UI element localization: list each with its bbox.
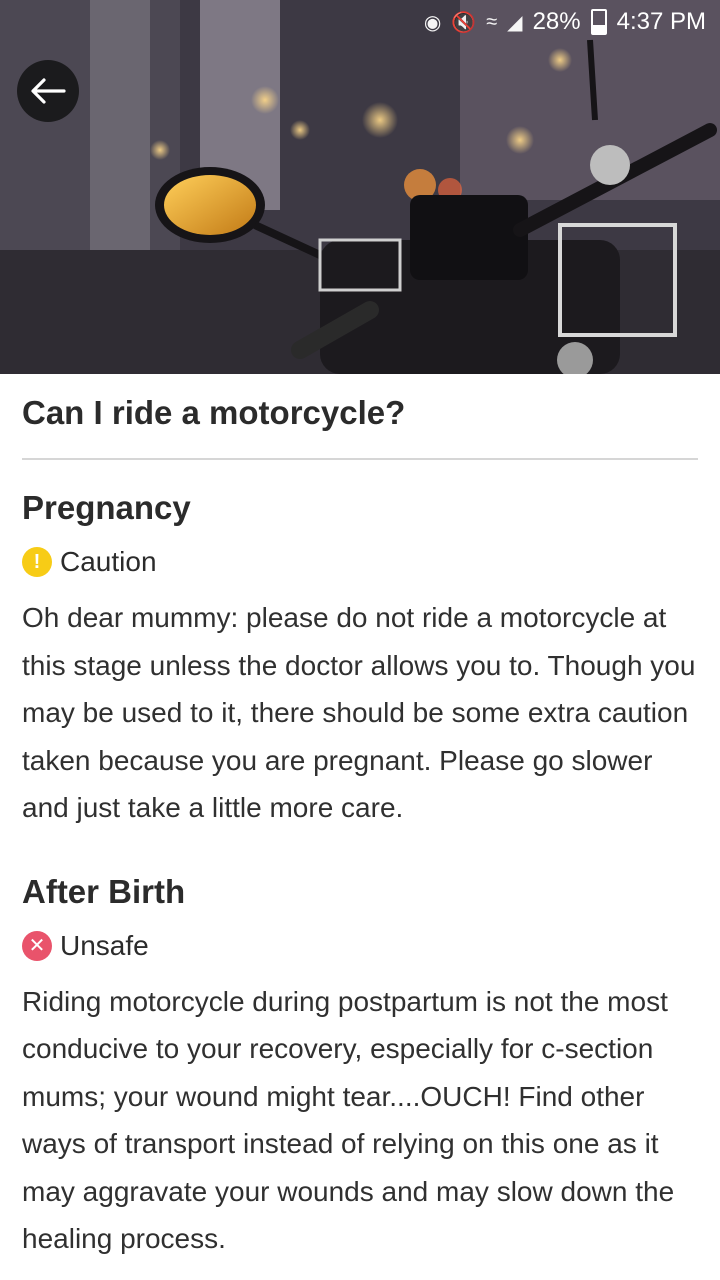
status-bar: ◉ 🔇 ≈ ◢ 28% 4:37 PM <box>0 0 720 44</box>
page-title: Can I ride a motorcycle? <box>22 394 406 431</box>
section-body: Riding motorcycle during postpartum is n… <box>22 985 675 1255</box>
battery-percent: 28% <box>532 8 581 35</box>
battery-saver-icon: ◉ <box>423 11 442 34</box>
section-after-birth: After Birth ✕ Unsafe Riding motorcycle d… <box>22 872 698 1263</box>
exclamation-icon: ! <box>22 547 52 577</box>
hero-image: ◉ 🔇 ≈ ◢ 28% 4:37 PM <box>0 0 720 374</box>
status-badge: ! Caution <box>22 544 698 580</box>
mute-icon: 🔇 <box>451 11 477 34</box>
divider <box>22 458 698 460</box>
status-label: Unsafe <box>60 929 149 961</box>
section-pregnancy: Pregnancy ! Caution Oh dear mummy: pleas… <box>22 488 698 832</box>
signal-icon: ◢ <box>507 11 523 34</box>
battery-icon <box>590 9 607 35</box>
section-heading: Pregnancy <box>22 489 191 526</box>
motorcycle-illustration <box>0 0 720 374</box>
section-body: Oh dear mummy: please do not ride a moto… <box>22 602 696 823</box>
x-icon: ✕ <box>22 930 52 961</box>
clock: 4:37 PM <box>616 8 706 35</box>
status-label: Caution <box>60 546 157 577</box>
back-button[interactable] <box>17 60 79 122</box>
article: Can I ride a motorcycle? Pregnancy ! Cau… <box>22 374 698 1263</box>
section-heading: After Birth <box>22 872 186 910</box>
arrow-left-icon <box>31 78 66 104</box>
wifi-icon: ≈ <box>486 10 498 33</box>
status-badge: ✕ Unsafe <box>22 928 698 964</box>
